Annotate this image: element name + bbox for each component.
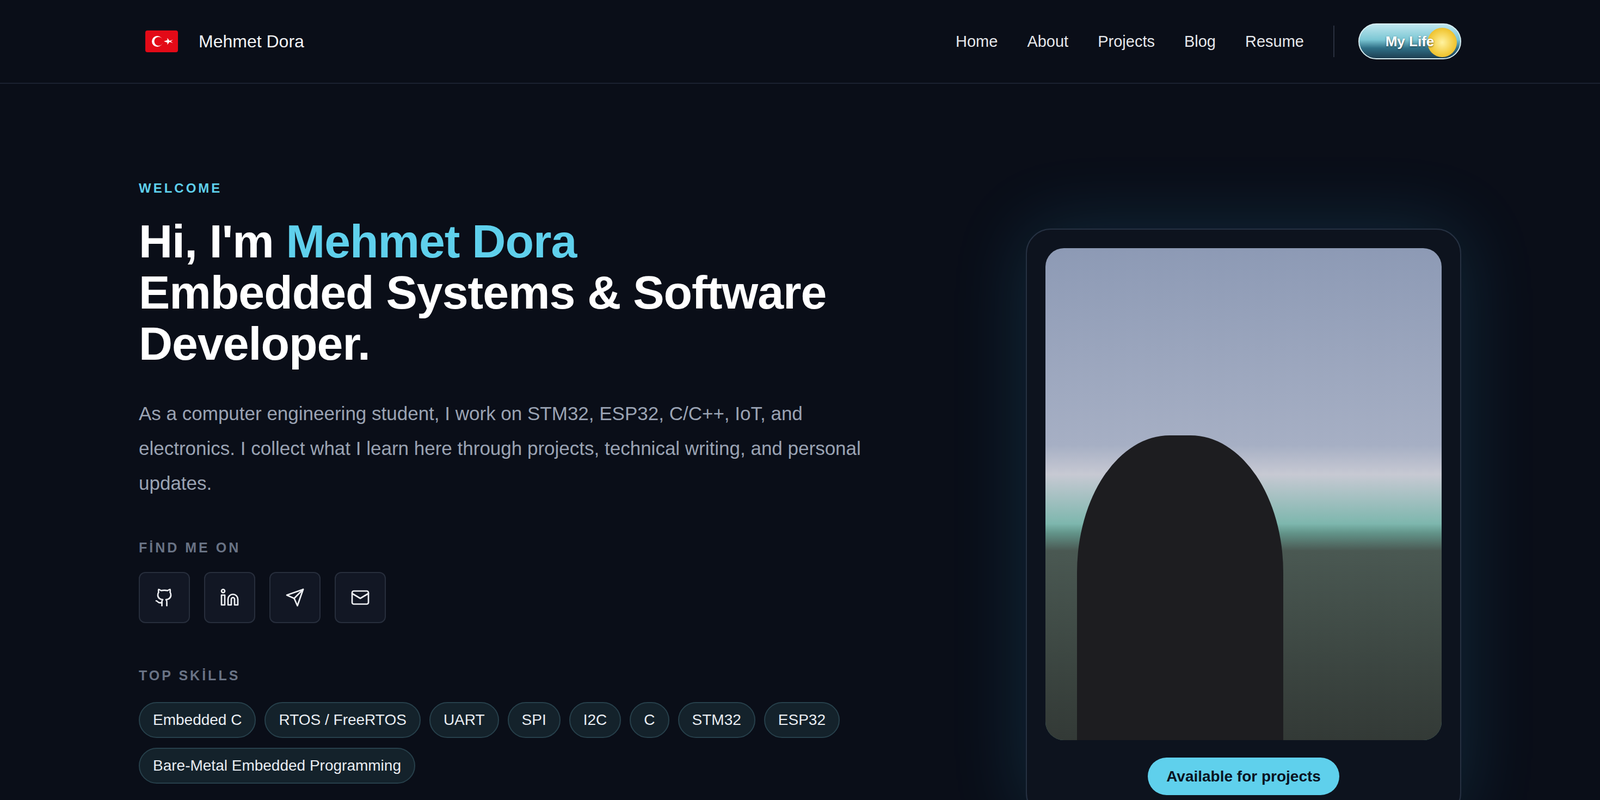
socials-label: FİND ME ON [138, 539, 977, 556]
hero-text: WELCOME Hi, I'm Mehmet Dora Embedded Sys… [138, 180, 977, 800]
skill-chip: UART [429, 702, 500, 738]
hero-heading: Hi, I'm Mehmet Dora Embedded Systems & S… [138, 215, 966, 369]
email-link[interactable] [334, 571, 386, 624]
mail-icon [350, 587, 371, 608]
skill-chip: RTOS / FreeRTOS [264, 702, 421, 738]
eyebrow: WELCOME [138, 180, 977, 196]
send-icon [285, 587, 305, 608]
skill-chip: Bare-Metal Embedded Programming [138, 747, 416, 784]
skill-chip: ESP32 [764, 702, 840, 738]
skill-chip: C [629, 702, 669, 738]
nav-links: Home About Projects Blog Resume My Life [955, 23, 1462, 60]
hero-intro: As a computer engineering student, I wor… [138, 396, 901, 501]
telegram-link[interactable] [269, 571, 321, 624]
nav-link[interactable]: Resume [1245, 32, 1304, 51]
profile-card: Available for projects [1025, 228, 1462, 800]
nav-link[interactable]: About [1026, 32, 1069, 51]
turkish-flag-icon [145, 30, 178, 53]
skill-chip: STM32 [678, 702, 756, 738]
profile-photo [1045, 248, 1442, 741]
availability-badge: Available for projects [1147, 757, 1340, 796]
skill-chip: Embedded C [138, 702, 256, 738]
skill-chip: I2C [569, 702, 622, 738]
my-life-button[interactable]: My Life [1358, 23, 1462, 60]
nav-link[interactable]: Projects [1097, 32, 1155, 51]
navbar: Mehmet Dora Home About Projects Blog Resume … [0, 0, 1600, 84]
github-icon [154, 587, 175, 608]
nav-link[interactable]: Blog [1184, 32, 1216, 51]
linkedin-link[interactable] [204, 571, 256, 624]
skills-label: TOP SKİLLS [138, 667, 977, 684]
nav-divider [1333, 25, 1335, 58]
skill-chip: SPI [507, 702, 561, 738]
hero: WELCOME Hi, I'm Mehmet Dora Embedded Sys… [138, 83, 1462, 800]
brand-name: Mehmet Dora [198, 31, 305, 52]
skills-list: Embedded CRTOS / FreeRTOSUARTSPII2CCSTM3… [138, 702, 977, 784]
github-link[interactable] [138, 571, 190, 624]
nav-link[interactable]: Home [955, 32, 998, 51]
social-links [138, 571, 977, 624]
brand[interactable]: Mehmet Dora [138, 30, 305, 53]
linkedin-icon [219, 587, 240, 608]
page: Mehmet Dora Home About Projects Blog Resume … [0, 0, 1600, 800]
